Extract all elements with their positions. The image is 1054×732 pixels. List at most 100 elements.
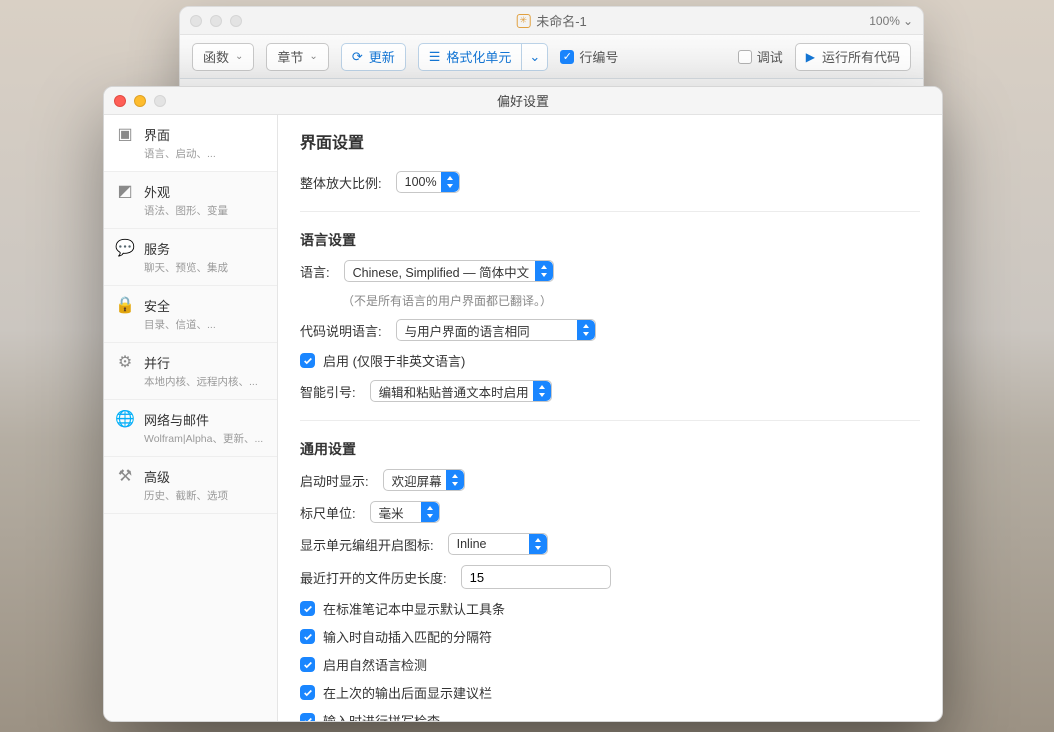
- check-icon: [303, 716, 313, 722]
- sidebar-item-sub: 历史、截断、选项: [144, 488, 228, 503]
- lock-icon: 🔒: [116, 296, 134, 314]
- ruler-label: 标尺单位:: [300, 503, 356, 522]
- format-cell-menu[interactable]: ⌄: [522, 43, 548, 71]
- select-arrows-icon: [533, 381, 551, 401]
- sidebar-item-label: 服务: [144, 239, 228, 258]
- appearance-icon: ◩: [116, 182, 134, 200]
- minimize-icon[interactable]: [134, 95, 146, 107]
- select-arrows-icon: [441, 172, 459, 192]
- check-icon: [303, 632, 313, 642]
- maximize-icon[interactable]: [154, 95, 166, 107]
- default-toolbar-label: 在标准笔记本中显示默认工具条: [323, 599, 505, 618]
- function-label: 函数: [203, 47, 229, 66]
- close-icon[interactable]: [114, 95, 126, 107]
- sidebar-item-sub: 语法、图形、变量: [144, 203, 228, 218]
- sidebar-item-internet[interactable]: 🌐 网络与邮件 Wolfram|Alpha、更新、...: [104, 400, 277, 457]
- opener-value: Inline: [457, 537, 487, 551]
- notebook-toolbar: 函数 ⌄ 章节 ⌄ ⟳ 更新 ☰ 格式化单元 ⌄ ✓ 行编号 调试: [180, 35, 923, 79]
- chevron-down-icon: ⌄: [529, 49, 540, 65]
- refresh-label: 更新: [369, 47, 395, 66]
- sidebar-item-label: 界面: [144, 125, 216, 144]
- lang-section-heading: 语言设置: [300, 230, 920, 250]
- suggestion-bar-label: 在上次的输出后面显示建议栏: [323, 683, 492, 702]
- parallel-icon: ⚙: [116, 353, 134, 371]
- startup-select[interactable]: 欢迎屏幕: [383, 469, 465, 491]
- default-toolbar-checkbox[interactable]: [300, 601, 315, 616]
- notebook-title-text: 未命名-1: [536, 11, 587, 30]
- format-icon: ☰: [429, 49, 441, 65]
- notebook-title: ✳ 未命名-1: [516, 11, 587, 30]
- debug-checkbox[interactable]: 调试: [738, 47, 783, 66]
- check-icon: [303, 660, 313, 670]
- select-arrows-icon: [529, 534, 547, 554]
- checkbox-unchecked-icon: [738, 50, 752, 64]
- zoom-display[interactable]: 100% ⌄: [869, 14, 913, 28]
- sidebar-item-sub: 语言、启动、...: [144, 146, 216, 161]
- magnification-select[interactable]: 100%: [396, 171, 460, 193]
- sidebar-item-appearance[interactable]: ◩ 外观 语法、图形、变量: [104, 172, 277, 229]
- notebook-badge-icon: ✳: [516, 14, 530, 28]
- magnification-label: 整体放大比例:: [300, 173, 382, 192]
- sidebar-item-security[interactable]: 🔒 安全 目录、信道、...: [104, 286, 277, 343]
- language-label: 语言:: [300, 262, 330, 281]
- globe-icon: 🌐: [116, 410, 134, 428]
- sidebar-item-advanced[interactable]: ⚒ 高级 历史、截断、选项: [104, 457, 277, 514]
- interface-icon: ▣: [116, 125, 134, 143]
- suggestion-bar-checkbox[interactable]: [300, 685, 315, 700]
- language-select[interactable]: Chinese, Simplified — 简体中文: [344, 260, 554, 282]
- sliders-icon: ⚒: [116, 467, 134, 485]
- spellcheck-label: 输入时进行拼写检查: [323, 711, 440, 721]
- format-cell-label: 格式化单元: [446, 47, 511, 66]
- window-controls[interactable]: [114, 95, 166, 107]
- sidebar-item-label: 网络与邮件: [144, 410, 263, 429]
- smart-quotes-select[interactable]: 编辑和粘贴普通文本时启用: [370, 380, 552, 402]
- check-icon: [303, 356, 313, 366]
- smart-quotes-value: 编辑和粘贴普通文本时启用: [379, 382, 529, 401]
- format-cell-split-button[interactable]: ☰ 格式化单元 ⌄: [418, 43, 549, 71]
- nl-detection-label: 启用自然语言检测: [323, 655, 427, 674]
- history-label: 最近打开的文件历史长度:: [300, 568, 447, 587]
- sidebar-item-sub: 聊天、预览、集成: [144, 260, 228, 275]
- content-heading: 界面设置: [300, 129, 920, 153]
- play-icon: ▶: [806, 50, 815, 64]
- close-icon[interactable]: [190, 15, 202, 27]
- chapter-dropdown[interactable]: 章节 ⌄: [266, 43, 328, 71]
- refresh-button[interactable]: ⟳ 更新: [341, 43, 406, 71]
- preferences-window: 偏好设置 ▣ 界面 语言、启动、... ◩ 外观 语法、图形、变量 💬: [103, 86, 943, 722]
- enable-code-caption-checkbox[interactable]: [300, 353, 315, 368]
- prefs-sidebar: ▣ 界面 语言、启动、... ◩ 外观 语法、图形、变量 💬 服务 聊天、预览、…: [104, 115, 278, 721]
- sidebar-item-parallel[interactable]: ⚙ 并行 本地内核、远程内核、...: [104, 343, 277, 400]
- general-section-heading: 通用设置: [300, 439, 920, 459]
- minimize-icon[interactable]: [210, 15, 222, 27]
- check-icon: [303, 604, 313, 614]
- format-cell-button[interactable]: ☰ 格式化单元: [418, 43, 523, 71]
- sidebar-item-label: 外观: [144, 182, 228, 201]
- prefs-content: 界面设置 整体放大比例: 100% 语言设置 语言: Chinese, Simp…: [278, 115, 942, 721]
- nl-detection-checkbox[interactable]: [300, 657, 315, 672]
- ruler-select[interactable]: 毫米: [370, 501, 440, 523]
- smart-quotes-label: 智能引号:: [300, 382, 356, 401]
- line-number-checkbox[interactable]: ✓ 行编号: [560, 47, 618, 66]
- code-lang-select[interactable]: 与用户界面的语言相同: [396, 319, 596, 341]
- spellcheck-checkbox[interactable]: [300, 713, 315, 721]
- notebook-titlebar: ✳ 未命名-1 100% ⌄: [180, 7, 923, 35]
- startup-label: 启动时显示:: [300, 471, 369, 490]
- maximize-icon[interactable]: [230, 15, 242, 27]
- startup-value: 欢迎屏幕: [392, 471, 442, 490]
- code-lang-label: 代码说明语言:: [300, 321, 382, 340]
- window-controls[interactable]: [190, 15, 242, 27]
- history-input[interactable]: [461, 565, 611, 589]
- auto-delimiters-checkbox[interactable]: [300, 629, 315, 644]
- services-icon: 💬: [116, 239, 134, 257]
- run-all-button[interactable]: ▶ 运行所有代码: [795, 43, 911, 71]
- sidebar-item-label: 并行: [144, 353, 258, 372]
- function-dropdown[interactable]: 函数 ⌄: [192, 43, 254, 71]
- sidebar-item-interface[interactable]: ▣ 界面 语言、启动、...: [104, 115, 277, 172]
- line-number-label: 行编号: [579, 47, 618, 66]
- check-icon: [303, 688, 313, 698]
- sidebar-item-services[interactable]: 💬 服务 聊天、预览、集成: [104, 229, 277, 286]
- opener-select[interactable]: Inline: [448, 533, 548, 555]
- chapter-label: 章节: [277, 47, 303, 66]
- chevron-down-icon: ⌄: [309, 51, 317, 62]
- debug-label: 调试: [757, 47, 783, 66]
